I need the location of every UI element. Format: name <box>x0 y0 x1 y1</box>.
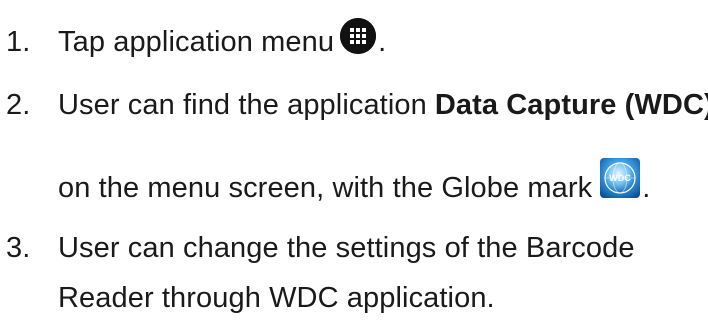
step-2-number: 2. <box>6 88 31 121</box>
step-3-continuation-content: Reader through WDC application. <box>58 282 495 315</box>
step-2-continuation-text: on the menu screen, with the Globe mark <box>58 171 593 204</box>
step-1-period: . <box>378 25 387 58</box>
step-2-content: User can find the application Data Captu… <box>58 89 708 122</box>
step-2-period: . <box>642 171 651 204</box>
globe-icon-label: WDC <box>609 173 631 183</box>
step-2-continuation-content: on the menu screen, with the Globe mark <box>58 158 651 208</box>
step-3-number: 3. <box>6 231 31 264</box>
step-2-app-name: Data Capture (WDC) <box>434 88 708 121</box>
step-3-content: User can change the settings of the Barc… <box>58 232 635 265</box>
step-1-text: Tap application menu <box>58 25 335 58</box>
step-1-content: Tap application menu . <box>58 18 387 60</box>
step-3-text: User can change the settings of the Barc… <box>58 231 635 264</box>
step-2-text: User can find the application <box>58 88 427 121</box>
app-grid-icon <box>340 18 377 54</box>
step-1-number: 1. <box>6 25 31 58</box>
wdc-globe-icon: WDC <box>600 158 641 198</box>
step-3-continuation-text: Reader through WDC application. <box>58 281 495 314</box>
instruction-document: 1. Tap application menu . 2. User can fi… <box>0 0 708 324</box>
